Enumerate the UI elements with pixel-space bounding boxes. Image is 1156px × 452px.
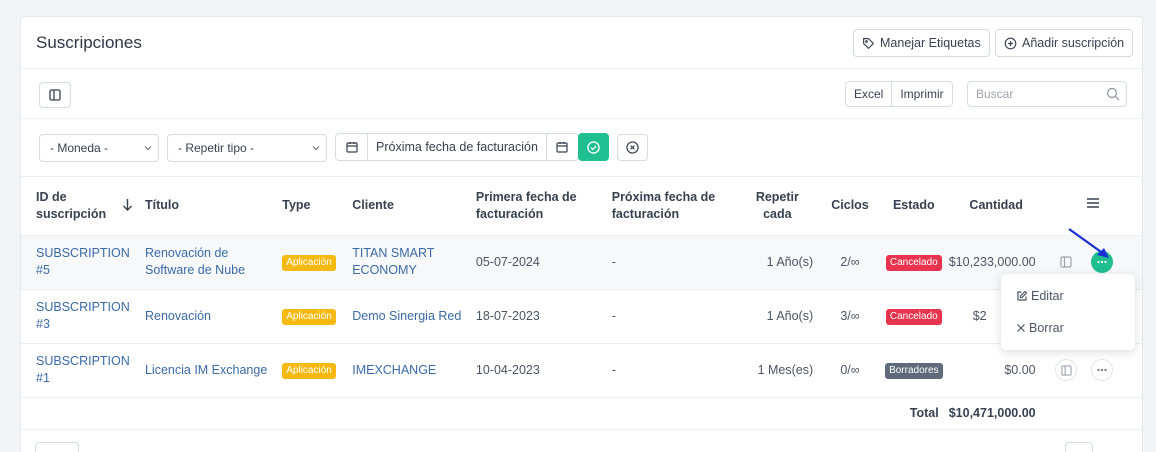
first-billing-date: 10-04-2023 [461,343,598,398]
export-button-group: Excel Imprimir [845,81,953,107]
total-row: Total $10,471,000.00 [21,397,1142,430]
client-link[interactable]: Demo Sinergia Red [352,309,461,323]
edit-menu-label: Editar [1031,289,1064,303]
manage-labels-label: Manejar Etiquetas [880,36,981,50]
add-subscription-button[interactable]: Añadir suscripción [995,29,1134,57]
client-link[interactable]: IMEXCHANGE [352,363,436,377]
repeat-every: 1 Año(s) [733,289,822,344]
amount: $0.00 [948,343,1044,398]
subscription-id-link[interactable]: SUBSCRIPTION #1 [36,354,130,385]
calendar-icon[interactable] [547,134,578,160]
excel-button[interactable]: Excel [846,82,892,106]
delete-menu-label: Borrar [1029,321,1064,335]
plus-circle-icon [1004,37,1017,49]
columns-icon [49,89,61,101]
close-icon [1017,324,1025,332]
repeat-type-select[interactable]: - Repetir tipo - [167,134,327,162]
chevron-down-icon [312,146,320,151]
column-header-id[interactable]: ID de suscripción [21,177,133,236]
currency-select-value: - Moneda - [50,141,109,155]
column-header-amount[interactable]: Cantidad [948,177,1044,236]
annotation-arrow [1068,228,1109,258]
type-badge: Aplicación [282,363,336,379]
subscription-id-link[interactable]: SUBSCRIPTION #3 [36,300,130,331]
total-value: $10,471,000.00 [948,397,1044,430]
panel-icon [1061,364,1072,376]
page-size-select[interactable] [35,442,79,452]
sort-down-icon[interactable] [122,198,133,211]
filters-bar: - Moneda - - Repetir tipo - Próxima fech… [21,119,1142,177]
status-badge: Cancelado [885,255,942,271]
row-options-button[interactable] [1091,359,1114,381]
clear-filter-button[interactable] [617,134,648,161]
cycles: 0/∞ [821,343,879,398]
menu-icon[interactable] [1086,197,1100,209]
tag-icon [863,37,875,49]
status-badge: Cancelado [885,309,942,325]
check-circle-icon [587,140,600,154]
next-billing-date-input[interactable]: Próxima fecha de facturación [367,134,547,160]
cycles: 3/∞ [821,289,879,344]
table-row: SUBSCRIPTION #1 Licencia IM Exchange Apl… [21,343,1142,398]
add-subscription-label: Añadir suscripción [1022,36,1125,50]
column-visibility-button[interactable] [39,82,71,108]
chevron-down-icon [144,146,152,151]
subscription-title-link[interactable]: Renovación de Software de Nube [145,246,245,277]
more-horizontal-icon [1097,368,1107,372]
more-horizontal-icon [1097,260,1107,264]
currency-select[interactable]: - Moneda - [39,134,159,162]
repeat-every: 1 Mes(es) [733,343,822,398]
apply-filter-button[interactable] [578,133,609,161]
column-header-type[interactable]: Type [268,177,339,236]
total-label: Total [878,397,949,430]
column-header-repeat-every[interactable]: Repetir cada [733,177,822,236]
type-badge: Aplicación [282,255,336,271]
edit-icon [1017,290,1028,301]
table-toolbar: Excel Imprimir [21,69,1142,119]
search-box [967,81,1127,107]
pagination-button[interactable] [1065,442,1093,452]
calendar-icon[interactable] [336,134,367,160]
row-detail-button[interactable] [1055,359,1078,381]
print-button[interactable]: Imprimir [891,82,952,106]
next-billing-date: - [597,235,734,290]
edit-menu-item[interactable]: Editar [1016,289,1064,303]
subscriptions-card: Suscripciones Manejar Etiquetas Añadir s… [20,16,1143,452]
column-header-title[interactable]: Título [130,177,269,236]
cycles: 2/∞ [821,235,879,290]
subscriptions-table: ID de suscripción Título Type Cliente Pr… [21,177,1142,430]
card-header: Suscripciones Manejar Etiquetas Añadir s… [21,17,1142,69]
subscription-id-link[interactable]: SUBSCRIPTION #5 [36,246,130,277]
table-row: SUBSCRIPTION #3 Renovación Aplicación De… [21,289,1142,344]
manage-labels-button[interactable]: Manejar Etiquetas [853,29,990,57]
status-badge: Borradores [885,363,943,379]
subscription-title-link[interactable]: Renovación [145,309,211,323]
column-header-client[interactable]: Cliente [338,177,462,236]
column-header-next-billing[interactable]: Próxima fecha de facturación [597,177,734,236]
column-header-status[interactable]: Estado [878,177,949,236]
column-header-cycles[interactable]: Ciclos [821,177,879,236]
first-billing-date: 18-07-2023 [461,289,598,344]
first-billing-date: 05-07-2024 [461,235,598,290]
search-input[interactable] [968,82,1098,106]
table-row: SUBSCRIPTION #5 Renovación de Software d… [21,235,1142,290]
client-link[interactable]: TITAN SMART ECONOMY [352,246,434,277]
repeat-every: 1 Año(s) [733,235,822,290]
next-billing-date: - [597,343,734,398]
table-header-row: ID de suscripción Título Type Cliente Pr… [21,177,1142,236]
type-badge: Aplicación [282,309,336,325]
repeat-type-select-value: - Repetir tipo - [178,141,255,155]
close-circle-icon [626,141,639,154]
next-billing-date: - [597,289,734,344]
row-options-menu: Editar Borrar [1001,274,1135,350]
subscription-title-link[interactable]: Licencia IM Exchange [145,363,267,377]
delete-menu-item[interactable]: Borrar [1016,321,1064,335]
next-billing-date-filter: Próxima fecha de facturación [335,133,579,161]
column-header-first-billing[interactable]: Primera fecha de facturación [461,177,598,236]
page-title: Suscripciones [36,33,142,52]
search-icon [1106,87,1120,101]
